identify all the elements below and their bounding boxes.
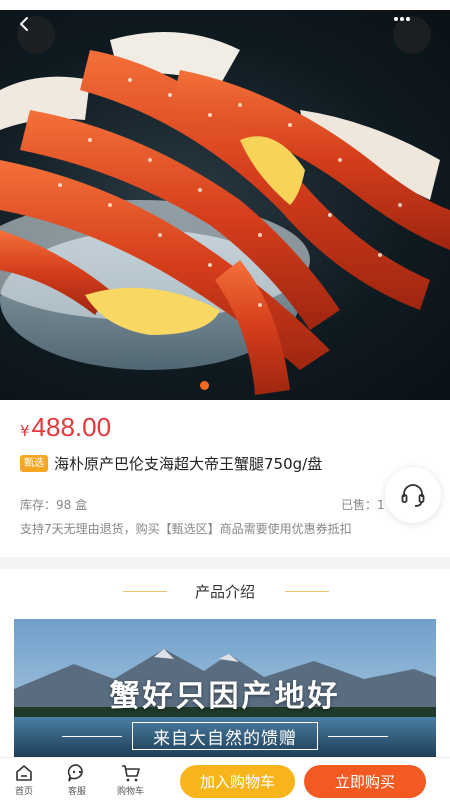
buy-now-button[interactable]: 立即购买: [304, 765, 426, 798]
cart-icon: [121, 765, 140, 782]
nav-service[interactable]: 客服: [66, 763, 88, 797]
product-image-carousel[interactable]: [0, 10, 450, 400]
customer-service-float-button[interactable]: [385, 467, 441, 523]
nav-home[interactable]: 首页: [14, 763, 34, 797]
currency-symbol: ¥: [20, 422, 30, 440]
product-title-row: 甄选 海朴原产巴伦支海超大帝王蟹腿750g/盘: [20, 453, 322, 474]
back-button[interactable]: [17, 16, 55, 54]
nav-cart-label: 购物车: [117, 787, 145, 797]
nav-service-label: 客服: [67, 787, 86, 797]
carousel-indicator: [200, 381, 209, 390]
add-to-cart-button[interactable]: 加入购物车: [180, 765, 295, 798]
chevron-left-icon: [20, 17, 28, 31]
banner-subline-box: 来自大自然的馈赠: [132, 722, 318, 750]
banner-rule-left: [62, 736, 122, 737]
product-detail-page: ¥ 488.00 甄选 海朴原产巴伦支海超大帝王蟹腿750g/盘 库存：98 盒…: [0, 0, 450, 800]
banner-headline: 蟹好只因产地好: [109, 679, 341, 714]
headset-icon: [401, 484, 425, 507]
return-policy-notice: 支持7天无理由退货，购买【甄选区】商品需要使用优惠券抵扣: [20, 522, 352, 536]
price-value: 488.00: [31, 412, 112, 442]
selection-badge: 甄选: [20, 455, 48, 472]
nav-home-label: 首页: [14, 787, 33, 797]
banner-subline: 来自大自然的馈赠: [153, 728, 297, 749]
home-icon: [16, 765, 32, 781]
stock-count: 库存：98 盒: [20, 498, 88, 512]
banner-rule-right: [328, 736, 388, 737]
nav-cart[interactable]: 购物车: [117, 763, 144, 797]
intro-title: 产品介绍: [194, 583, 255, 601]
product-info: ¥ 488.00 甄选 海朴原产巴伦支海超大帝王蟹腿750g/盘 库存：98 盒…: [0, 400, 450, 557]
king-crab-photo: [0, 32, 450, 395]
status-strip: [0, 0, 450, 10]
bottom-action-bar: 首页 客服 购物车 加入购物车 立即购买: [0, 757, 450, 800]
more-button[interactable]: [393, 16, 431, 54]
intro-divider-right: [285, 591, 329, 592]
intro-banner: 蟹好只因产地好 来自大自然的馈赠: [14, 619, 436, 759]
product-title: 海朴原产巴伦支海超大帝王蟹腿750g/盘: [54, 455, 323, 473]
chat-icon: [67, 764, 83, 782]
product-price: ¥ 488.00: [20, 412, 111, 443]
more-dots-icon: [394, 17, 410, 21]
